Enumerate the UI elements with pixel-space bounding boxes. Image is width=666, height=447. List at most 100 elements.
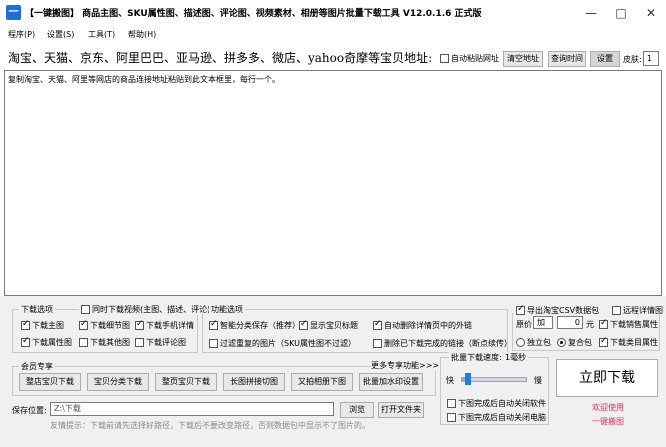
- category-attr-checkbox[interactable]: [599, 336, 608, 347]
- opt-delete-done[interactable]: 删除已下载完成的链接（断点续传）: [373, 338, 512, 349]
- opt-combined-pack[interactable]: 复合包: [557, 337, 592, 348]
- single-pack-label: 独立包: [527, 338, 551, 347]
- shutdown-checkbox[interactable]: [447, 413, 456, 422]
- opt-category-attr[interactable]: 下载类目属性: [599, 336, 658, 348]
- shop-download-button[interactable]: 整店宝贝下载: [19, 373, 81, 391]
- opt-remove-links[interactable]: 自动删除详情页中的外链: [373, 319, 472, 331]
- price-label: 原价: [516, 320, 532, 329]
- review-image-checkbox[interactable]: [135, 338, 144, 347]
- minimize-button[interactable]: —: [576, 0, 606, 26]
- settings-button[interactable]: 设置: [590, 51, 620, 67]
- show-title-checkbox[interactable]: [299, 319, 308, 330]
- other-image-label: 下载其他图: [90, 338, 130, 347]
- textarea-hint: 复制淘宝、天猫、阿里等网店的商品连接地址粘贴到此文本框里，每行一个。: [8, 75, 280, 84]
- main-image-label: 下载主图: [32, 321, 64, 330]
- opt-review-image[interactable]: 下载评论图: [135, 337, 186, 348]
- mobile-detail-label: 下载手机详情: [146, 321, 194, 330]
- combined-pack-label: 复合包: [568, 338, 592, 347]
- function-options-title: 功能选项: [209, 304, 245, 315]
- maximize-button[interactable]: □: [606, 0, 636, 26]
- more-features-link[interactable]: 更多专享功能>>>: [371, 360, 440, 371]
- with-video-option[interactable]: 同时下载视频(主图、描述、评论): [79, 304, 213, 315]
- url-row: 淘宝、天猫、京东、阿里巴巴、亚马逊、拼多多、微店、yahoo奇摩等宝贝地址: 自…: [0, 46, 666, 70]
- browse-button[interactable]: 浏览: [340, 402, 374, 418]
- opt-detail-image[interactable]: 下载细节图: [79, 319, 130, 331]
- member-title: 会员专享: [19, 361, 55, 372]
- show-title-label: 显示宝贝标题: [310, 321, 358, 330]
- welcome-line-1: 欢迎使用: [592, 403, 624, 412]
- opt-other-image[interactable]: 下载其他图: [79, 337, 130, 348]
- query-time-button[interactable]: 查询时间: [548, 51, 586, 67]
- speed-label: 批量下载速度:: [449, 352, 504, 363]
- open-folder-button[interactable]: 打开文件夹: [378, 402, 424, 418]
- combined-pack-radio[interactable]: [557, 338, 566, 347]
- save-location-label: 保存位置:: [12, 406, 47, 415]
- speed-slider-thumb[interactable]: [465, 373, 472, 385]
- menu-tools[interactable]: 工具(T): [88, 29, 115, 40]
- with-video-label: 同时下载视频(主图、描述、评论): [92, 305, 211, 314]
- auto-paste-label: 自动粘贴网址: [451, 54, 499, 63]
- category-download-button[interactable]: 宝贝分类下载: [87, 373, 149, 391]
- menu-settings[interactable]: 设置(S): [47, 29, 74, 40]
- speed-slider[interactable]: [461, 373, 527, 385]
- opt-filter-duplicates[interactable]: 过滤重复的图片（SKU属性图不过滤）: [209, 338, 356, 349]
- speed-slow-label: 慢: [534, 376, 542, 385]
- filter-duplicates-checkbox[interactable]: [209, 339, 218, 348]
- category-attr-label: 下载类目属性: [610, 338, 658, 347]
- speed-value: 1毫秒: [503, 352, 529, 363]
- skin-select[interactable]: 1: [643, 51, 659, 66]
- sales-attr-checkbox[interactable]: [599, 318, 608, 329]
- price-value-input[interactable]: 0: [557, 316, 583, 329]
- price-op-select[interactable]: 加: [533, 316, 553, 329]
- opt-single-pack[interactable]: 独立包: [516, 337, 551, 348]
- opt-attr-image[interactable]: 下载属性图: [21, 336, 72, 348]
- filter-duplicates-label: 过滤重复的图片（SKU属性图不过滤）: [220, 339, 356, 348]
- title-bar: 一 【一键搬图】 商品主图、SKU属性图、描述图、评论图、视频素材、相册等图片批…: [0, 0, 666, 26]
- start-download-button[interactable]: 立即下载: [556, 359, 658, 397]
- long-image-button[interactable]: 长图拼接切图: [223, 373, 285, 391]
- remove-links-checkbox[interactable]: [373, 319, 382, 330]
- save-path-input[interactable]: Z:\下载: [50, 402, 334, 416]
- delete-done-checkbox[interactable]: [373, 339, 382, 348]
- detail-image-label: 下载细节图: [90, 321, 130, 330]
- csv-options-group: 原价 加 0 元 下载销售属性 独立包 复合包 下载类目属性: [512, 313, 660, 351]
- auto-paste-checkbox[interactable]: [440, 54, 449, 63]
- url-textarea[interactable]: 复制淘宝、天猫、阿里等网店的商品连接地址粘贴到此文本框里，每行一个。: [4, 70, 662, 296]
- page-download-button[interactable]: 整页宝贝下载: [155, 373, 217, 391]
- detail-image-checkbox[interactable]: [79, 319, 88, 330]
- with-video-checkbox[interactable]: [81, 305, 90, 314]
- skin-label: 皮肤:: [623, 55, 642, 64]
- welcome-line-2: 一键搬图: [592, 417, 624, 426]
- opt-close-software[interactable]: 下图完成后自动关闭软件: [447, 398, 546, 409]
- album-download-button[interactable]: 又拍相册下图: [291, 373, 353, 391]
- shutdown-label: 下图完成后自动关闭电脑: [458, 413, 546, 422]
- speed-fast-label: 快: [446, 376, 454, 385]
- window-title: 【一键搬图】 商品主图、SKU属性图、描述图、评论图、视频素材、相册等图片批量下…: [25, 9, 482, 19]
- menu-program[interactable]: 程序(P): [8, 29, 35, 40]
- url-label: 淘宝、天猫、京东、阿里巴巴、亚马逊、拼多多、微店、yahoo奇摩等宝贝地址:: [8, 51, 433, 65]
- close-software-label: 下图完成后自动关闭软件: [458, 399, 546, 408]
- auto-paste-option[interactable]: 自动粘贴网址: [440, 53, 499, 64]
- smart-save-checkbox[interactable]: [209, 319, 218, 330]
- opt-sales-attr[interactable]: 下载销售属性: [599, 318, 658, 330]
- other-image-checkbox[interactable]: [79, 338, 88, 347]
- speed-group: 批量下载速度: 1毫秒 快 慢 下图完成后自动关闭软件 下图完成后自动关闭电脑: [440, 352, 549, 425]
- remove-links-label: 自动删除详情页中的外链: [384, 321, 472, 330]
- opt-main-image[interactable]: 下载主图: [21, 319, 64, 331]
- opt-shutdown[interactable]: 下图完成后自动关闭电脑: [447, 412, 546, 423]
- close-software-checkbox[interactable]: [447, 399, 456, 408]
- clear-address-button[interactable]: 清空地址: [503, 51, 543, 67]
- attr-image-checkbox[interactable]: [21, 336, 30, 347]
- main-image-checkbox[interactable]: [21, 319, 30, 330]
- opt-smart-save[interactable]: 智能分类保存（推荐）: [209, 319, 300, 331]
- menu-help[interactable]: 帮助(H): [128, 29, 156, 40]
- single-pack-radio[interactable]: [516, 338, 525, 347]
- close-button[interactable]: ✕: [636, 0, 666, 26]
- delete-done-label: 删除已下载完成的链接（断点续传）: [384, 339, 512, 348]
- member-group: 会员专享 更多专享功能>>> 整店宝贝下载 宝贝分类下载 整页宝贝下载 长图拼接…: [12, 360, 440, 396]
- tip-text: 友情提示：下载前请先选择好路径，下载后不要改变路径，否则数据包中显示不了图片的。: [50, 421, 370, 430]
- opt-mobile-detail[interactable]: 下载手机详情: [135, 319, 194, 331]
- opt-show-title[interactable]: 显示宝贝标题: [299, 319, 358, 331]
- watermark-button[interactable]: 批量加水印设置: [359, 373, 423, 391]
- mobile-detail-checkbox[interactable]: [135, 319, 144, 330]
